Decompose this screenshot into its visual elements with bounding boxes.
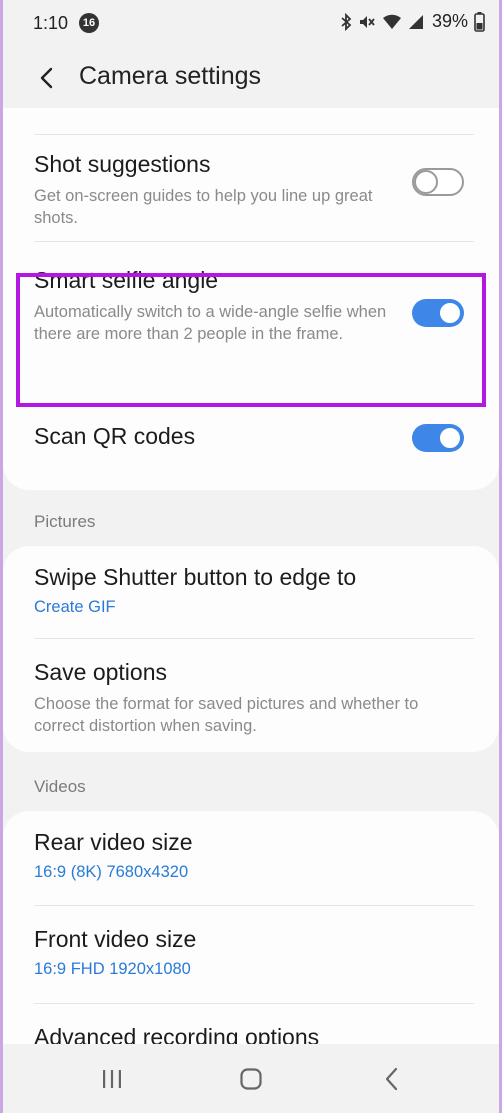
settings-card-videos: Rear video size 16:9 (8K) 7680x4320 Fron… — [3, 811, 499, 1044]
shot-suggestions-title: Shot suggestions — [34, 151, 211, 177]
app-bar: Camera settings — [3, 48, 499, 108]
status-time: 1:10 — [33, 13, 69, 33]
swipe-shutter-value: Create GIF — [34, 598, 116, 616]
arrow-left-icon — [40, 67, 53, 89]
notification-count-badge: 16 — [79, 13, 99, 33]
status-bar: 1:10 16 39% — [3, 0, 499, 48]
save-options-row[interactable]: Save options Choose the format for saved… — [3, 639, 499, 752]
front-video-size-value: 16:9 FHD 1920x1080 — [34, 960, 191, 978]
scan-qr-codes-title: Scan QR codes — [34, 423, 196, 449]
nav-back-button[interactable] — [372, 1064, 412, 1094]
advanced-recording-row[interactable]: Advanced recording options — [3, 1004, 499, 1044]
home-button[interactable] — [231, 1064, 271, 1094]
back-button[interactable] — [31, 62, 63, 94]
save-options-title: Save options — [34, 659, 167, 685]
shot-suggestions-toggle[interactable] — [412, 168, 464, 196]
recent-apps-icon — [103, 1070, 121, 1088]
scan-qr-codes-toggle[interactable] — [412, 424, 464, 452]
shot-suggestions-row[interactable]: Shot suggestions Get on-screen guides to… — [3, 135, 499, 241]
swipe-shutter-title: Swipe Shutter button to edge to — [34, 564, 357, 590]
wifi-icon — [382, 13, 402, 31]
status-icons: 39% — [340, 11, 485, 32]
advanced-recording-title: Advanced recording options — [34, 1024, 320, 1044]
highlight-box — [16, 273, 486, 407]
battery-percentage: 39% — [431, 11, 468, 31]
rear-video-size-title: Rear video size — [34, 829, 193, 855]
front-video-size-title: Front video size — [34, 926, 197, 952]
battery-icon — [474, 11, 485, 32]
recent-apps-button[interactable] — [92, 1064, 132, 1094]
shot-suggestions-description: Get on-screen guides to help you line up… — [34, 187, 373, 227]
signal-icon — [408, 13, 424, 31]
rear-video-size-row[interactable]: Rear video size 16:9 (8K) 7680x4320 — [3, 811, 499, 905]
home-icon — [240, 1068, 262, 1090]
settings-list[interactable]: Shot suggestions Get on-screen guides to… — [3, 108, 499, 1044]
mute-icon — [358, 13, 376, 31]
section-label-videos: Videos — [34, 777, 86, 796]
chevron-left-icon — [385, 1067, 398, 1091]
settings-card-pictures: Swipe Shutter button to edge to Create G… — [3, 546, 499, 752]
phone-screen: 1:10 16 39% Camera settings Shot suggest… — [3, 0, 499, 1113]
save-options-description: Choose the format for saved pictures and… — [34, 695, 419, 735]
front-video-size-row[interactable]: Front video size 16:9 FHD 1920x1080 — [3, 906, 499, 1002]
bluetooth-icon — [340, 12, 352, 31]
navigation-bar — [3, 1044, 499, 1113]
divider — [34, 241, 474, 242]
rear-video-size-value: 16:9 (8K) 7680x4320 — [34, 863, 189, 881]
swipe-shutter-row[interactable]: Swipe Shutter button to edge to Create G… — [3, 546, 499, 638]
page-title: Camera settings — [79, 62, 262, 90]
section-label-pictures: Pictures — [34, 512, 96, 531]
